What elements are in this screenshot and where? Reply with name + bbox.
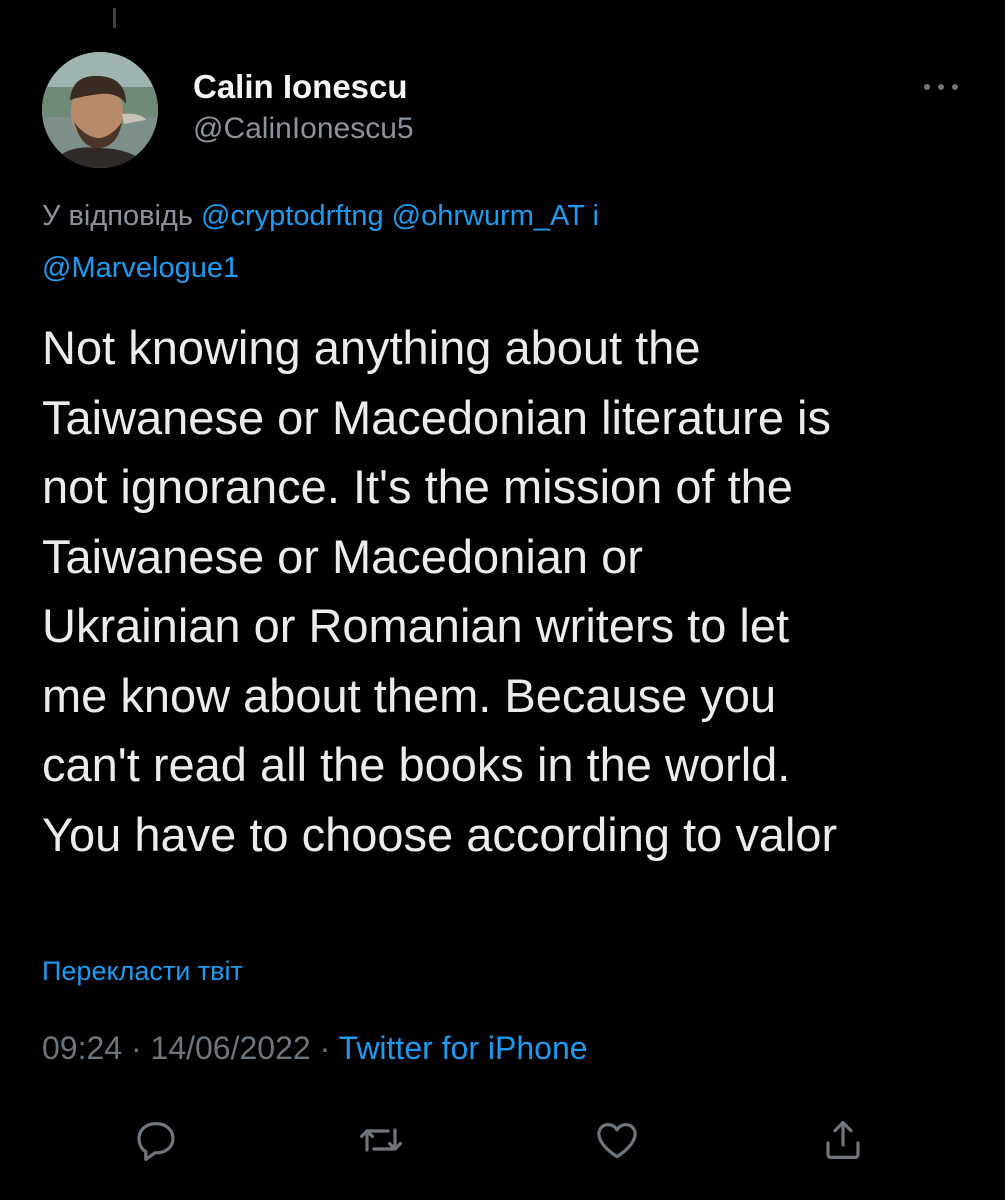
tweet-text-line: can't read all the books in the world.	[42, 738, 791, 791]
avatar-photo	[42, 52, 158, 168]
retweet-button[interactable]	[353, 1112, 409, 1168]
mention-link-cryptodrftng[interactable]: @cryptodrftng	[201, 200, 384, 232]
tweet-text-line: not ignorance. It's the mission of the	[42, 460, 793, 513]
share-icon	[826, 1121, 860, 1159]
reply-context-prefix: У відповідь	[42, 200, 193, 232]
tweet-source-link[interactable]: Twitter for iPhone	[339, 1030, 588, 1066]
more-horizontal-icon	[924, 84, 958, 90]
thread-connector-line	[113, 8, 116, 28]
meta-separator: ·	[319, 1030, 331, 1066]
tweet-text-line: Taiwanese or Macedonian or	[42, 529, 643, 583]
tweet-text-line: Ukrainian or Romanian writers to let	[42, 599, 790, 652]
reply-button[interactable]	[128, 1112, 184, 1168]
author-handle[interactable]: @CalinIonescu5	[193, 112, 414, 146]
more-options-button[interactable]	[916, 72, 966, 102]
meta-separator: ·	[130, 1030, 142, 1066]
author-display-name[interactable]: Calin Ionescu	[193, 68, 408, 106]
reply-context-line-1: У відповідь @cryptodrftng @ohrwurm_AT і	[42, 200, 972, 233]
reply-bubble-icon	[137, 1122, 175, 1161]
tweet-metadata: 09:24 · 14/06/2022 · Twitter for iPhone	[42, 1030, 588, 1067]
reply-context-conjunction: і	[592, 200, 599, 232]
tweet-text-line: me know about them. Because you	[42, 668, 777, 722]
tweet-text-line: You have to choose according to valor	[42, 807, 838, 861]
avatar[interactable]	[42, 52, 158, 168]
share-button[interactable]	[815, 1112, 871, 1168]
tweet-text: Not knowing anything about the Taiwanese…	[42, 313, 992, 869]
like-button[interactable]	[589, 1112, 645, 1168]
retweet-icon	[360, 1128, 402, 1152]
mention-link-marvelogue[interactable]: @Marvelogue1	[42, 252, 239, 284]
mention-link-ohrwurm[interactable]: @ohrwurm_AT	[392, 200, 585, 232]
translate-tweet-link[interactable]: Перекласти твіт	[42, 956, 243, 987]
reply-context-line-2: @Marvelogue1	[42, 252, 972, 285]
heart-icon	[597, 1123, 637, 1159]
tweet-time: 09:24	[42, 1030, 123, 1066]
tweet-text-line: Taiwanese or Macedonian literature is	[42, 390, 831, 444]
tweet-date: 14/06/2022	[150, 1030, 311, 1066]
tweet-text-line: Not knowing anything about the	[42, 321, 701, 374]
